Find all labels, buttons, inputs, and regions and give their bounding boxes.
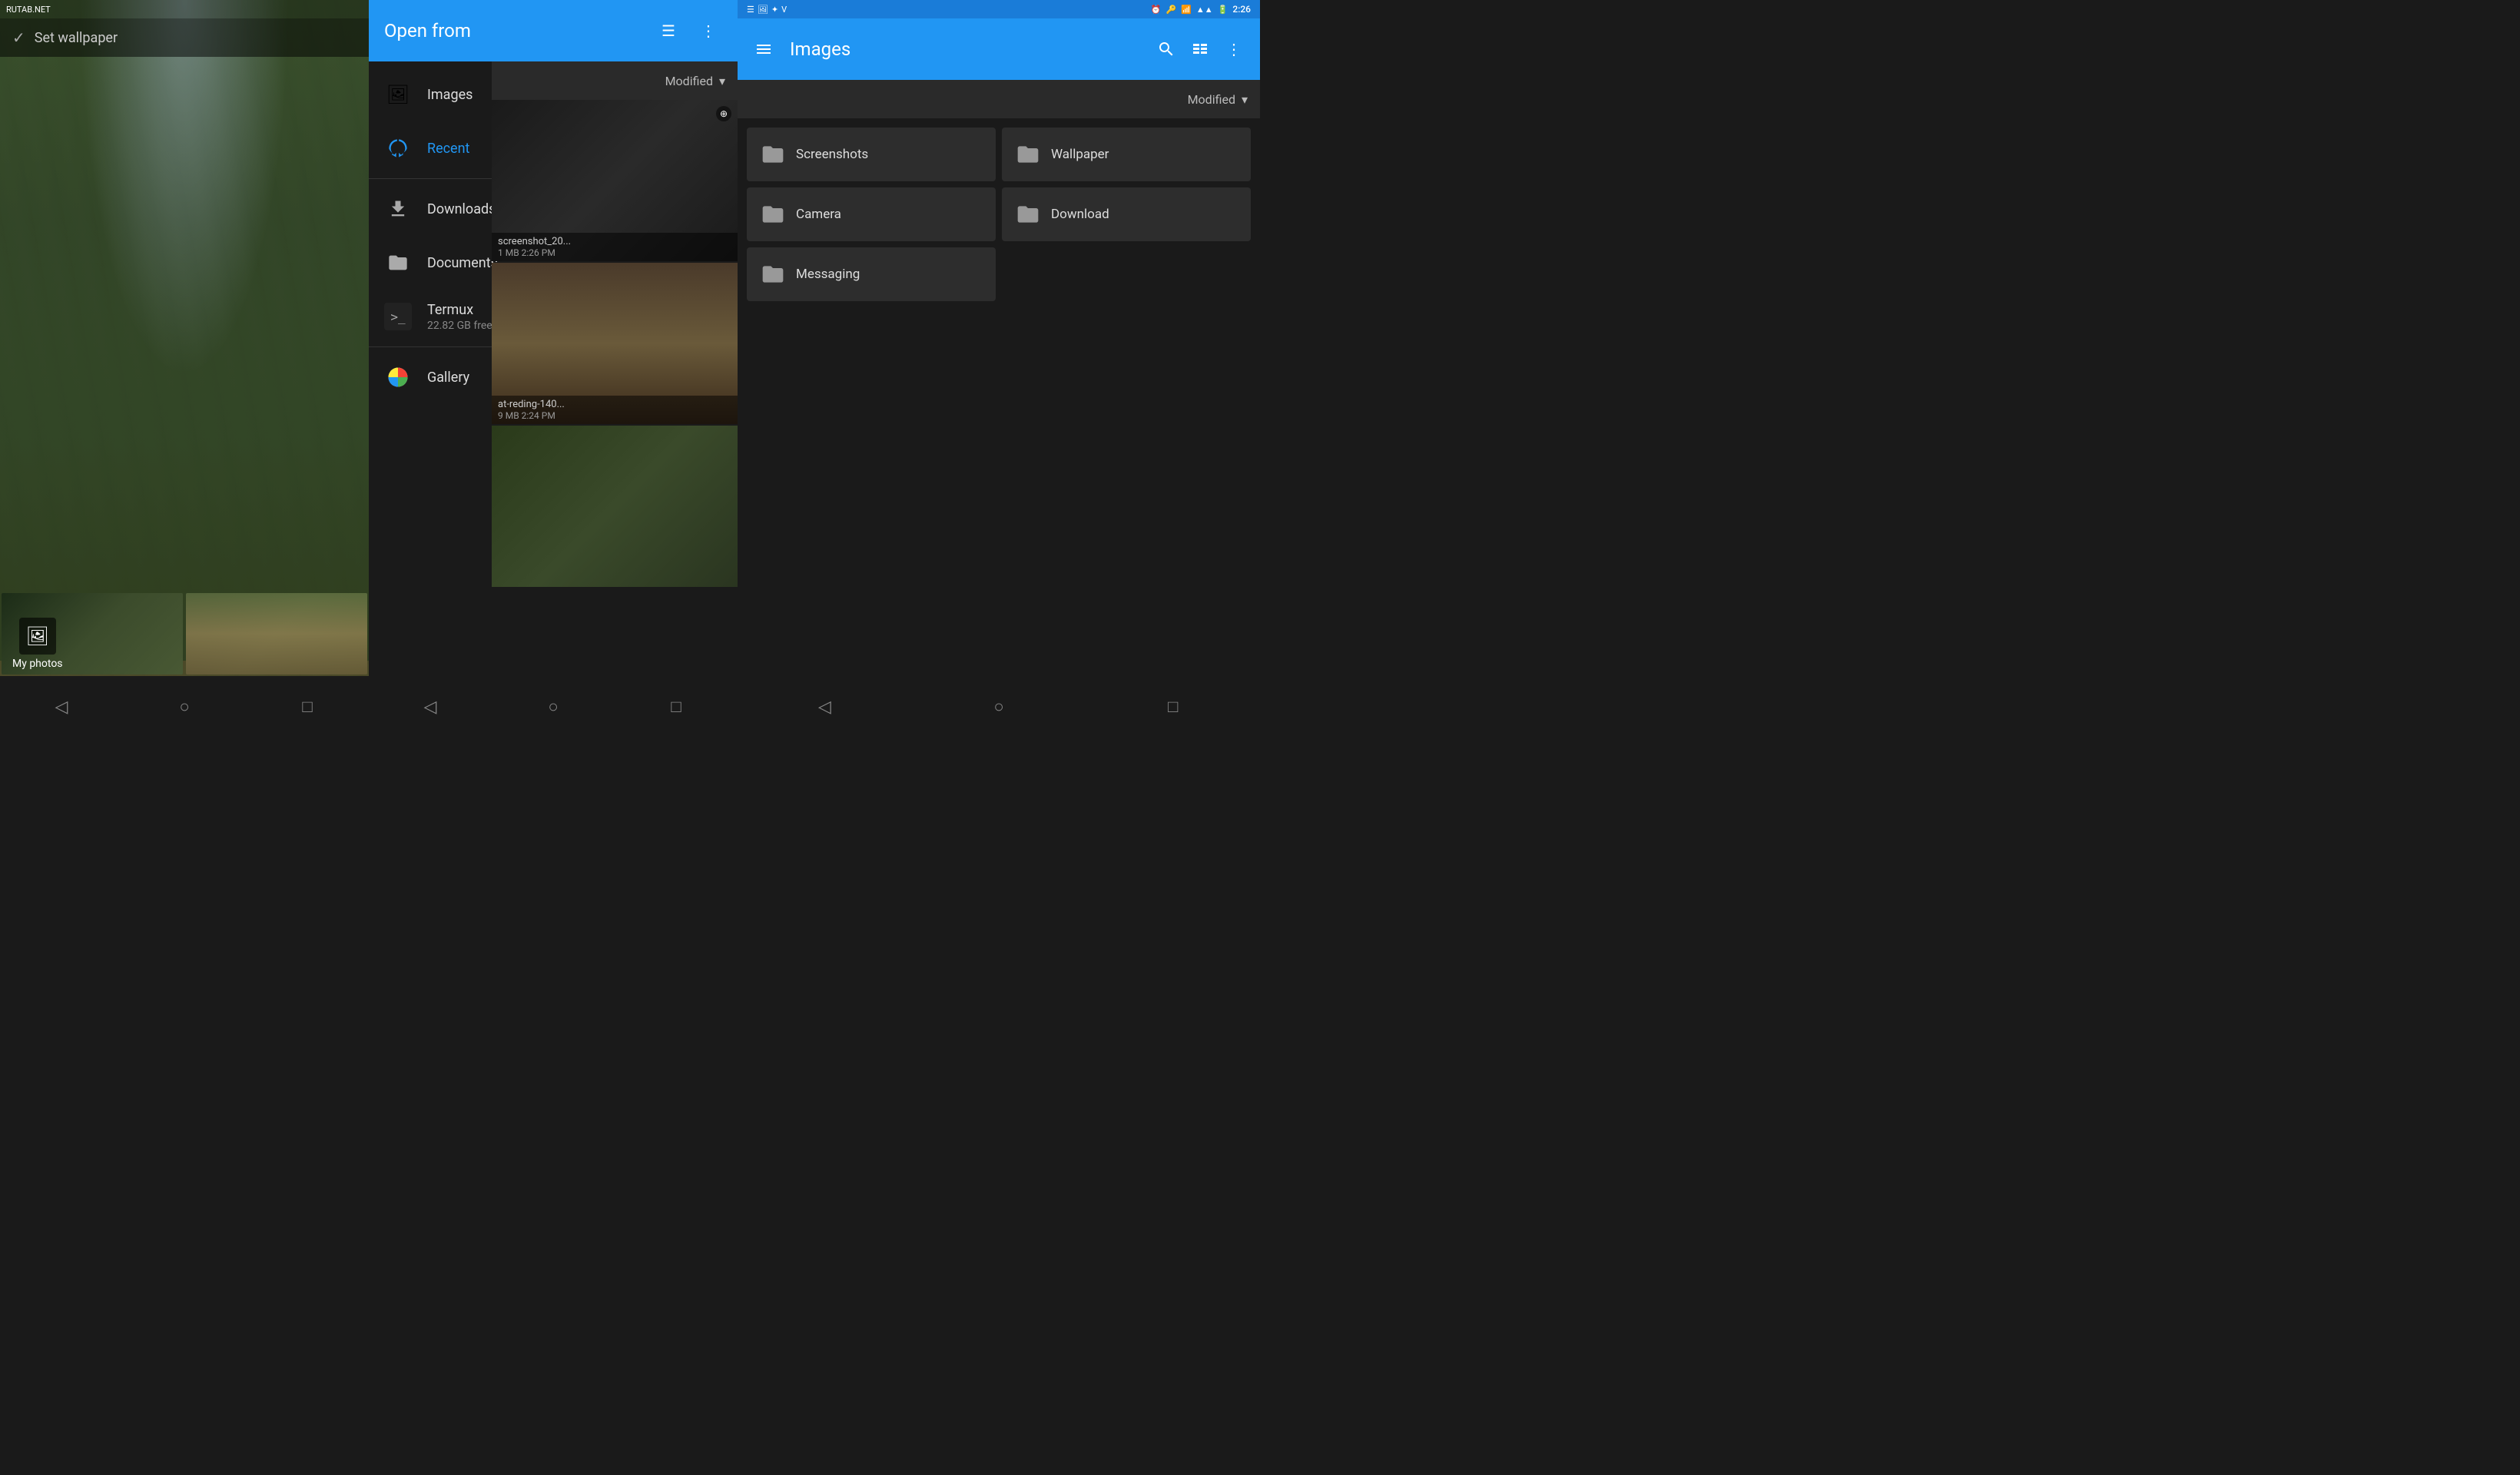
more-options-icon[interactable]: ⋮ bbox=[695, 17, 722, 45]
time-display: 2:26 bbox=[1232, 4, 1251, 15]
search-icon[interactable] bbox=[1152, 35, 1180, 63]
folder-messaging[interactable]: Messaging bbox=[747, 247, 996, 301]
back-icon-2[interactable]: ◁ bbox=[411, 688, 449, 726]
folder-icon-messaging bbox=[759, 260, 787, 288]
images-title: Images bbox=[790, 38, 1140, 60]
documents-icon bbox=[384, 249, 412, 277]
alarm-icon: ⏰ bbox=[1151, 5, 1162, 15]
folder-name-download: Download bbox=[1051, 207, 1109, 222]
thumb-images-area: ⊕ screenshot_20... 1 MB 2:26 PM at-redin… bbox=[492, 100, 738, 676]
folder-name-messaging: Messaging bbox=[796, 267, 860, 282]
back-icon-3[interactable]: ◁ bbox=[805, 688, 844, 726]
thumb-meta-1: screenshot_20... 1 MB 2:26 PM bbox=[492, 233, 738, 261]
images-sort-bar: Modified ▾ bbox=[738, 80, 1260, 118]
wifi-icon: 📶 bbox=[1181, 5, 1192, 15]
signal-icon: ▲▲ bbox=[1196, 5, 1213, 15]
more-options-icon-2[interactable]: ⋮ bbox=[1220, 35, 1248, 63]
images-header: Images ⋮ bbox=[738, 18, 1260, 80]
sort-arrow-icon[interactable]: ▾ bbox=[719, 74, 725, 88]
thumb-indicator-1: ⊕ bbox=[716, 106, 731, 121]
status-icon-img: 🖼 bbox=[758, 5, 768, 15]
nav-bar-1: ◁ ○ □ bbox=[0, 676, 369, 738]
images-folders-grid: Screenshots Wallpaper Camera bbox=[738, 118, 1260, 676]
hamburger-icon[interactable] bbox=[750, 35, 778, 63]
folder-wallpaper[interactable]: Wallpaper bbox=[1002, 128, 1251, 181]
images-icon: 🖼 bbox=[384, 81, 412, 108]
home-icon-1[interactable]: ○ bbox=[165, 688, 204, 726]
folder-icon-camera bbox=[759, 201, 787, 228]
sort-label[interactable]: Modified bbox=[665, 74, 713, 88]
home-icon-2[interactable]: ○ bbox=[534, 688, 572, 726]
gallery-icon bbox=[384, 363, 412, 391]
status-icon-phone: ☰ bbox=[747, 5, 754, 15]
folder-icon-wallpaper bbox=[1014, 141, 1042, 168]
images-sort-label[interactable]: Modified bbox=[1188, 92, 1235, 107]
thumb-image-2[interactable]: at-reding-140... 9 MB 2:24 PM bbox=[492, 263, 738, 424]
tree-overlay bbox=[0, 0, 369, 661]
set-wallpaper-bar[interactable]: ✓ Set wallpaper bbox=[0, 18, 369, 57]
recents-icon-2[interactable]: □ bbox=[657, 688, 695, 726]
drawer-panel: Open from ☰ ⋮ Modified ▾ 🖼 Images Rec bbox=[369, 0, 738, 738]
list-view-icon[interactable]: ☰ bbox=[655, 17, 682, 45]
checkmark-icon: ✓ bbox=[12, 28, 25, 47]
status-bar-1: RUTAB.NET bbox=[0, 0, 369, 18]
set-wallpaper-label[interactable]: Set wallpaper bbox=[35, 30, 118, 46]
folder-name-screenshots: Screenshots bbox=[796, 147, 868, 162]
thumb-meta-2: at-reding-140... 9 MB 2:24 PM bbox=[492, 396, 738, 424]
drawer-title: Open from bbox=[384, 20, 642, 41]
folder-download[interactable]: Download bbox=[1002, 187, 1251, 241]
folder-name-wallpaper: Wallpaper bbox=[1051, 147, 1109, 162]
thumb-image-3[interactable] bbox=[492, 426, 738, 587]
folder-icon-screenshots bbox=[759, 141, 787, 168]
thumb-info-1: 1 MB 2:26 PM bbox=[498, 247, 731, 258]
status-bar-3: ☰ 🖼 ✦ V ⏰ 🔑 📶 ▲▲ 🔋 2:26 bbox=[738, 0, 1260, 18]
termux-icon: >_ bbox=[384, 303, 412, 330]
nav-bar-3: ◁ ○ □ bbox=[738, 676, 1260, 738]
folder-name-camera: Camera bbox=[796, 207, 841, 222]
drawer-header-icons: ☰ ⋮ bbox=[655, 17, 722, 45]
recents-icon-3[interactable]: □ bbox=[1154, 688, 1192, 726]
recents-icon-1[interactable]: □ bbox=[288, 688, 327, 726]
my-photos-icon: 🖼 bbox=[19, 618, 56, 655]
folder-screenshots[interactable]: Screenshots bbox=[747, 128, 996, 181]
grid-view-icon[interactable] bbox=[1186, 35, 1214, 63]
images-panel: ☰ 🖼 ✦ V ⏰ 🔑 📶 ▲▲ 🔋 2:26 Images bbox=[738, 0, 1260, 738]
thumbnail-2[interactable] bbox=[186, 593, 367, 675]
app-logo: RUTAB.NET bbox=[6, 5, 51, 15]
status-left-icons: ☰ 🖼 ✦ V bbox=[747, 5, 787, 15]
wallpaper-panel: RUTAB.NET ✓ Set wallpaper 🖼 My photos ◁ … bbox=[0, 0, 369, 738]
status-right: ⏰ 🔑 📶 ▲▲ 🔋 2:26 bbox=[1151, 4, 1251, 15]
drawer-header: Open from ☰ ⋮ bbox=[369, 0, 738, 61]
status-icon-mark: ✦ bbox=[771, 5, 778, 15]
thumb-info-2: 9 MB 2:24 PM bbox=[498, 410, 731, 421]
images-sort-arrow-icon[interactable]: ▾ bbox=[1242, 92, 1248, 107]
nav-bar-2: ◁ ○ □ bbox=[369, 676, 738, 738]
sort-bar: Modified ▾ bbox=[492, 61, 738, 100]
folder-camera[interactable]: Camera bbox=[747, 187, 996, 241]
downloads-icon bbox=[384, 195, 412, 223]
my-photos-label: My photos bbox=[12, 658, 63, 670]
my-photos-area[interactable]: 🖼 My photos bbox=[12, 618, 63, 670]
back-icon-1[interactable]: ◁ bbox=[42, 688, 81, 726]
thumb-image-1[interactable]: ⊕ screenshot_20... 1 MB 2:26 PM bbox=[492, 100, 738, 261]
battery-icon: 🔋 bbox=[1218, 5, 1228, 15]
status-icon-v: V bbox=[781, 5, 787, 15]
recent-icon bbox=[384, 134, 412, 162]
thumb-name-1: screenshot_20... bbox=[498, 236, 731, 247]
images-header-icons: ⋮ bbox=[1152, 35, 1248, 63]
folder-icon-download bbox=[1014, 201, 1042, 228]
thumb-name-2: at-reding-140... bbox=[498, 399, 731, 410]
key-icon: 🔑 bbox=[1166, 5, 1176, 15]
home-icon-3[interactable]: ○ bbox=[980, 688, 1018, 726]
